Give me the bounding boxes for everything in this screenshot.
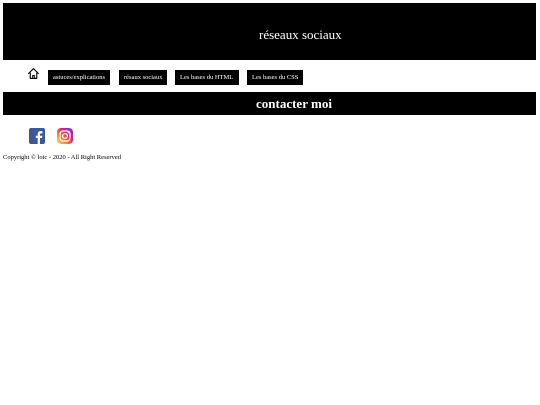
contact-link[interactable]: contacter moi [256, 96, 332, 111]
facebook-icon[interactable] [29, 128, 45, 144]
footer-copyright: Copyright © loic - 2020 - All Right Rese… [3, 154, 121, 161]
nav-link-bases-css[interactable]: Les bases du CSS [247, 70, 303, 85]
nav-link-bases-html[interactable]: Les bases du HTML [175, 70, 239, 85]
header-banner: réseaux sociaux [3, 3, 536, 60]
contact-bar: contacter moi [3, 92, 536, 115]
home-icon[interactable] [27, 67, 40, 80]
nav-link-astuces[interactable]: astuces/explications [48, 70, 110, 85]
navigation-bar: astuces/explications résaux sociaux Les … [0, 66, 540, 88]
instagram-icon[interactable] [57, 128, 73, 144]
nav-link-reseaux-sociaux[interactable]: résaux sociaux [119, 70, 167, 85]
page: réseaux sociaux astuces/explications rés… [0, 0, 540, 405]
page-title: réseaux sociaux [259, 27, 342, 42]
